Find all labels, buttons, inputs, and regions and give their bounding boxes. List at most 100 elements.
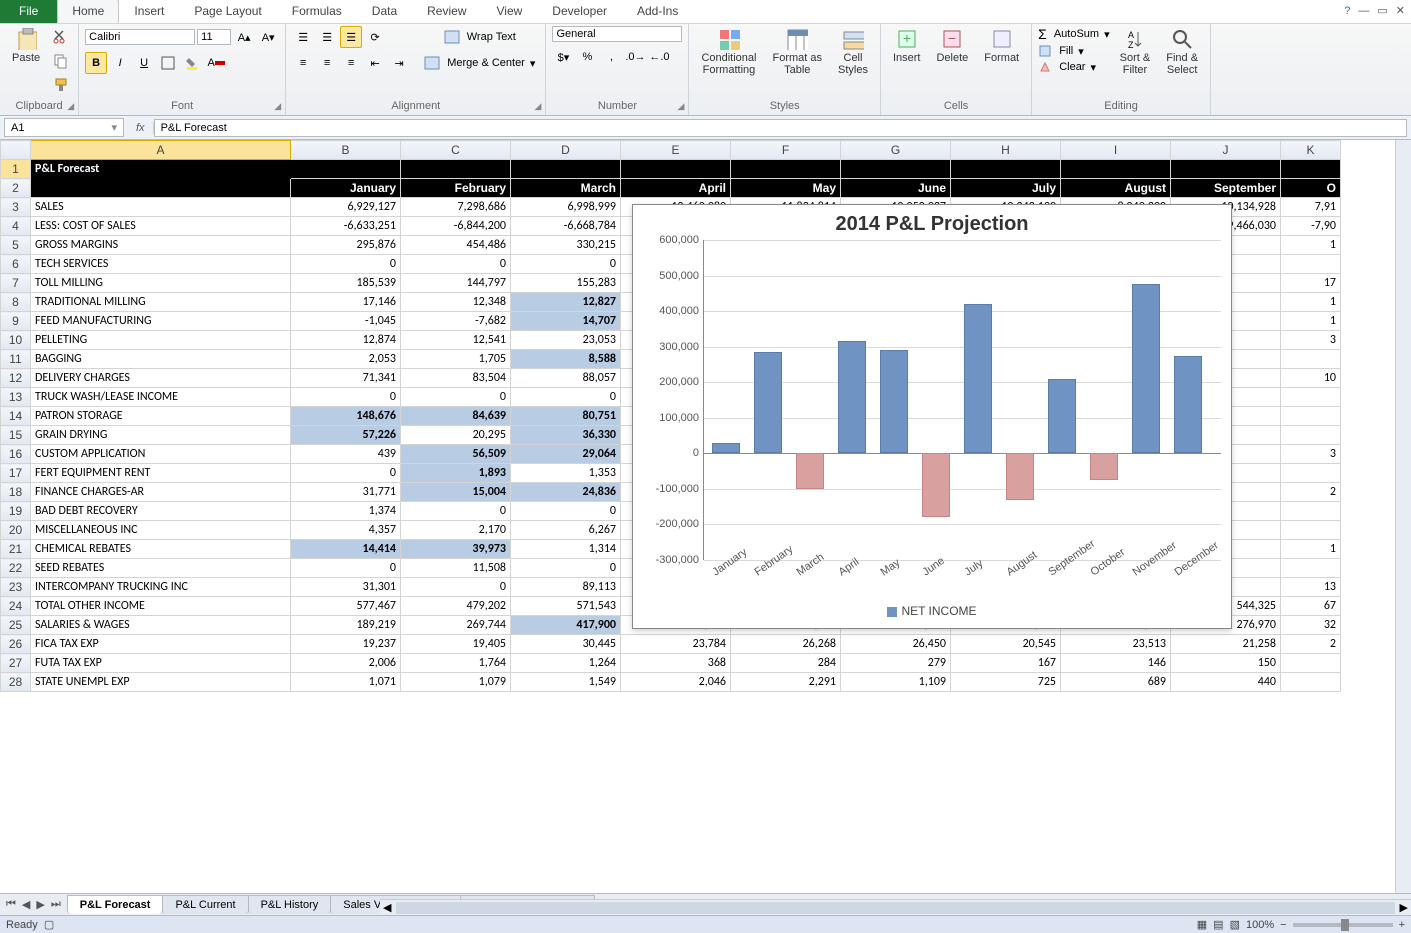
cell-A15[interactable]: GRAIN DRYING bbox=[31, 426, 291, 445]
select-all-corner[interactable] bbox=[1, 141, 31, 160]
row-header-17[interactable]: 17 bbox=[1, 464, 31, 483]
column-header-D[interactable]: D bbox=[511, 141, 621, 160]
sheet-tab-p-l-current[interactable]: P&L Current bbox=[162, 895, 248, 914]
bar-december[interactable] bbox=[1174, 356, 1202, 454]
row-header-14[interactable]: 14 bbox=[1, 407, 31, 426]
column-header-B[interactable]: B bbox=[291, 141, 401, 160]
help-icon[interactable]: ? bbox=[1344, 5, 1350, 17]
worksheet-grid[interactable]: ABCDEFGHIJK1P&L Forecast2JanuaryFebruary… bbox=[0, 140, 1411, 893]
ribbon-tab-page-layout[interactable]: Page Layout bbox=[179, 0, 276, 23]
cell-A25[interactable]: SALARIES & WAGES bbox=[31, 616, 291, 635]
view-normal-button[interactable]: ▦ bbox=[1197, 918, 1207, 931]
align-right-button[interactable]: ≡ bbox=[340, 52, 362, 74]
sheet-nav-last[interactable]: ⏭ bbox=[49, 898, 63, 911]
number-format-select[interactable] bbox=[552, 26, 682, 42]
bar-october[interactable] bbox=[1090, 453, 1118, 480]
macro-record-icon[interactable]: ▢ bbox=[44, 919, 54, 931]
conditional-formatting-button[interactable]: Conditional Formatting bbox=[695, 26, 762, 78]
increase-decimal-button[interactable]: .0→ bbox=[624, 46, 646, 68]
row-header-10[interactable]: 10 bbox=[1, 331, 31, 350]
row-header-3[interactable]: 3 bbox=[1, 198, 31, 217]
column-header-H[interactable]: H bbox=[951, 141, 1061, 160]
cell-A9[interactable]: FEED MANUFACTURING bbox=[31, 312, 291, 331]
column-header-A[interactable]: A bbox=[31, 141, 291, 160]
cell-A27[interactable]: FUTA TAX EXP bbox=[31, 654, 291, 673]
row-header-28[interactable]: 28 bbox=[1, 673, 31, 692]
number-dialog-launcher[interactable]: ◢ bbox=[678, 101, 685, 112]
bar-august[interactable] bbox=[1006, 453, 1034, 499]
row-header-24[interactable]: 24 bbox=[1, 597, 31, 616]
column-header-I[interactable]: I bbox=[1061, 141, 1171, 160]
bold-button[interactable]: B bbox=[85, 52, 107, 74]
close-icon[interactable]: ✕ bbox=[1396, 4, 1405, 17]
column-header-G[interactable]: G bbox=[841, 141, 951, 160]
cell-styles-button[interactable]: Cell Styles bbox=[832, 26, 874, 78]
italic-button[interactable]: I bbox=[109, 52, 131, 74]
sheet-nav-first[interactable]: ⏮ bbox=[4, 898, 18, 911]
border-button[interactable] bbox=[157, 52, 179, 74]
column-header-E[interactable]: E bbox=[621, 141, 731, 160]
horizontal-scrollbar[interactable]: ◀▶ bbox=[380, 899, 1411, 915]
cell-A1[interactable]: P&L Forecast bbox=[31, 160, 291, 179]
clear-button[interactable]: Clear ▾ bbox=[1038, 60, 1110, 74]
column-header-K[interactable]: K bbox=[1281, 141, 1341, 160]
cell-A4[interactable]: LESS: COST OF SALES bbox=[31, 217, 291, 236]
zoom-out-button[interactable]: − bbox=[1280, 919, 1286, 931]
format-painter-button[interactable] bbox=[50, 74, 72, 96]
restore-icon[interactable]: ▭ bbox=[1377, 4, 1387, 17]
insert-cells-button[interactable]: +Insert bbox=[887, 26, 927, 66]
column-header-C[interactable]: C bbox=[401, 141, 511, 160]
zoom-slider[interactable] bbox=[1293, 923, 1393, 927]
zoom-in-button[interactable]: + bbox=[1399, 919, 1405, 931]
sort-filter-button[interactable]: AZSort & Filter bbox=[1114, 26, 1157, 78]
bar-september[interactable] bbox=[1048, 379, 1076, 454]
font-name-select[interactable] bbox=[85, 29, 195, 45]
sheet-tab-p-l-history[interactable]: P&L History bbox=[248, 895, 332, 914]
bar-january[interactable] bbox=[712, 443, 740, 454]
cell-A19[interactable]: BAD DEBT RECOVERY bbox=[31, 502, 291, 521]
row-header-7[interactable]: 7 bbox=[1, 274, 31, 293]
sheet-nav-next[interactable]: ▶ bbox=[34, 898, 46, 911]
cell-A23[interactable]: INTERCOMPANY TRUCKING INC bbox=[31, 578, 291, 597]
row-header-22[interactable]: 22 bbox=[1, 559, 31, 578]
increase-indent-button[interactable]: ⇥ bbox=[388, 52, 410, 74]
align-bottom-button[interactable]: ☰ bbox=[340, 26, 362, 48]
format-cells-button[interactable]: Format bbox=[978, 26, 1025, 66]
bar-april[interactable] bbox=[838, 341, 866, 453]
row-header-23[interactable]: 23 bbox=[1, 578, 31, 597]
alignment-dialog-launcher[interactable]: ◢ bbox=[535, 101, 542, 112]
decrease-font-button[interactable]: A▾ bbox=[257, 26, 279, 48]
minimize-icon[interactable]: — bbox=[1358, 5, 1369, 17]
ribbon-tab-review[interactable]: Review bbox=[412, 0, 481, 23]
bar-march[interactable] bbox=[796, 453, 824, 489]
cell-A12[interactable]: DELIVERY CHARGES bbox=[31, 369, 291, 388]
percent-format-button[interactable]: % bbox=[576, 46, 598, 68]
fill-button[interactable]: Fill ▾ bbox=[1038, 44, 1110, 58]
accounting-format-button[interactable]: $▾ bbox=[552, 46, 574, 68]
cell-A17[interactable]: FERT EQUIPMENT RENT bbox=[31, 464, 291, 483]
cell-A26[interactable]: FICA TAX EXP bbox=[31, 635, 291, 654]
cell-A5[interactable]: GROSS MARGINS bbox=[31, 236, 291, 255]
cell-A8[interactable]: TRADITIONAL MILLING bbox=[31, 293, 291, 312]
autosum-button[interactable]: Σ AutoSum ▾ bbox=[1038, 26, 1110, 42]
ribbon-tab-insert[interactable]: Insert bbox=[119, 0, 179, 23]
ribbon-tab-file[interactable]: File bbox=[0, 0, 57, 23]
align-middle-button[interactable]: ☰ bbox=[316, 26, 338, 48]
cell-A28[interactable]: STATE UNEMPL EXP bbox=[31, 673, 291, 692]
embedded-chart[interactable]: 2014 P&L Projection -300,000-200,000-100… bbox=[632, 204, 1232, 629]
row-header-25[interactable]: 25 bbox=[1, 616, 31, 635]
format-as-table-button[interactable]: Format as Table bbox=[766, 26, 828, 78]
row-header-18[interactable]: 18 bbox=[1, 483, 31, 502]
cell-A11[interactable]: BAGGING bbox=[31, 350, 291, 369]
delete-cells-button[interactable]: −Delete bbox=[930, 26, 974, 66]
row-header-1[interactable]: 1 bbox=[1, 160, 31, 179]
row-header-4[interactable]: 4 bbox=[1, 217, 31, 236]
align-left-button[interactable]: ≡ bbox=[292, 52, 314, 74]
paste-button[interactable]: Paste bbox=[6, 26, 46, 66]
underline-button[interactable]: U bbox=[133, 52, 155, 74]
cut-button[interactable] bbox=[50, 26, 72, 48]
cell-A20[interactable]: MISCELLANEOUS INC bbox=[31, 521, 291, 540]
font-color-button[interactable]: A bbox=[205, 52, 227, 74]
cell-A6[interactable]: TECH SERVICES bbox=[31, 255, 291, 274]
font-size-select[interactable] bbox=[197, 29, 231, 45]
